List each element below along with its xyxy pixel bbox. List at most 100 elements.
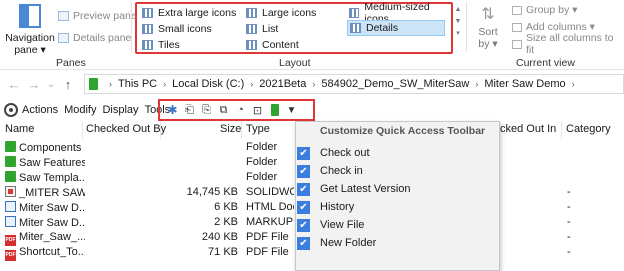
layout-large-icons[interactable]: Large icons — [246, 5, 316, 21]
file-size: 6 KB — [214, 201, 238, 213]
small-icons-icon — [142, 24, 153, 34]
up-arrow-icon[interactable]: ↑ — [58, 77, 78, 92]
file-size: 2 KB — [214, 216, 238, 228]
chevron-right-icon[interactable]: › — [312, 79, 315, 89]
folder-icon — [5, 141, 16, 152]
column-header-checked-out-in[interactable]: cked Out In — [500, 123, 556, 135]
menu-item-new-folder[interactable]: ✔ New Folder — [296, 234, 499, 252]
pdm-logo-icon — [4, 103, 18, 117]
details-icon — [350, 23, 361, 33]
small-icons-label: Small icons — [158, 23, 212, 35]
forward-arrow-icon[interactable]: → — [24, 77, 44, 92]
breadcrumb-local-disk[interactable]: Local Disk (C:) — [172, 78, 244, 90]
panes-group-label: Panes — [56, 57, 86, 69]
column-divider[interactable] — [561, 121, 562, 139]
check-in-icon[interactable]: ⎘ — [198, 102, 215, 118]
customize-dropdown-icon[interactable]: ▼ — [283, 102, 300, 118]
column-header-type[interactable]: Type — [246, 123, 270, 135]
size-all-columns-button[interactable]: Size all columns to fit — [512, 32, 624, 56]
details-pane-button[interactable]: Details pane — [58, 30, 131, 46]
details-pane-icon — [58, 33, 69, 43]
navigation-pane-button[interactable]: Navigation pane ▾ — [4, 2, 56, 56]
file-name: _MITER SAW — [19, 187, 85, 199]
file-name: Miter_Saw_... — [19, 231, 85, 243]
preview-pane-button[interactable]: Preview pane — [58, 8, 137, 24]
column-header-checked-out-by[interactable]: Checked Out By — [86, 123, 166, 135]
markup-file-icon — [5, 216, 16, 227]
column-header-size[interactable]: Size — [220, 123, 241, 135]
column-divider[interactable] — [160, 121, 161, 139]
checkmark-icon: ✔ — [297, 218, 310, 232]
file-type: Folder — [246, 141, 278, 153]
sort-by-label: Sort by ▾ — [478, 26, 498, 50]
details-label: Details — [366, 22, 399, 34]
menu-actions[interactable]: Actions — [22, 104, 58, 116]
html-file-icon — [5, 201, 16, 212]
sort-icon: ⇅ — [481, 6, 495, 23]
solidworks-file-icon — [5, 186, 16, 197]
pin-icon[interactable]: ✱ — [164, 102, 181, 118]
layout-list[interactable]: List — [246, 21, 278, 37]
layout-scroll-arrows[interactable]: ▲ ▼ ▾ — [454, 4, 462, 52]
file-type: Folder — [246, 156, 278, 168]
menu-modify[interactable]: Modify — [64, 104, 96, 116]
add-columns-icon — [512, 22, 522, 32]
preview-pane-icon — [58, 11, 69, 21]
breadcrumb-2021beta[interactable]: 2021Beta — [259, 78, 306, 90]
menu-item-check-in[interactable]: ✔ Check in — [296, 162, 499, 180]
file-name-cell: PDF Miter_Saw_... — [5, 231, 85, 246]
menu-item-check-out[interactable]: ✔ Check out — [296, 144, 499, 162]
breadcrumb-this-pc[interactable]: This PC — [118, 78, 157, 90]
sort-by-button[interactable]: ⇅ Sort by ▾ — [473, 4, 503, 54]
breadcrumb-demo-folder[interactable]: 584902_Demo_SW_MiterSaw — [321, 78, 469, 90]
column-divider[interactable] — [82, 121, 83, 139]
ribbon-separator — [466, 2, 467, 52]
checkmark-icon: ✔ — [297, 200, 310, 214]
menu-item-history[interactable]: ✔ History — [296, 198, 499, 216]
layout-extra-large-icons[interactable]: Extra large icons — [142, 5, 236, 21]
menu-item-view-file[interactable]: ✔ View File — [296, 216, 499, 234]
file-name-cell: PDF Shortcut_To... — [5, 246, 85, 261]
chevron-right-icon[interactable]: › — [250, 79, 253, 89]
check-out-icon[interactable]: ⎗ — [181, 102, 198, 118]
layout-medium-icons[interactable]: Medium-sized icons — [349, 1, 451, 25]
layout-content[interactable]: Content — [246, 37, 299, 53]
back-arrow-icon[interactable]: ← — [4, 77, 24, 92]
layout-details[interactable]: Details — [347, 20, 445, 36]
new-folder-icon[interactable] — [266, 102, 283, 118]
menu-item-label: Check in — [320, 165, 363, 177]
file-name: Components — [19, 142, 82, 154]
chevron-right-icon[interactable]: › — [475, 79, 478, 89]
file-category: - — [567, 186, 571, 198]
chevron-right-icon[interactable]: › — [163, 79, 166, 89]
layout-tiles[interactable]: Tiles — [142, 37, 180, 53]
get-latest-version-icon[interactable]: ⧉ — [215, 102, 232, 118]
group-by-button[interactable]: Group by ▾ — [512, 2, 577, 18]
size-columns-icon — [512, 39, 522, 49]
navigation-pane-icon — [19, 4, 41, 28]
view-file-icon[interactable]: ⊡ — [249, 102, 266, 118]
breadcrumb-miter-saw-demo[interactable]: Miter Saw Demo — [484, 78, 565, 90]
chevron-right-icon[interactable]: › — [572, 79, 575, 89]
column-divider[interactable] — [241, 121, 242, 139]
history-icon[interactable]: ◔ — [232, 102, 249, 118]
layout-small-icons[interactable]: Small icons — [142, 21, 212, 37]
file-size: 71 KB — [208, 246, 238, 258]
menu-display[interactable]: Display — [102, 104, 138, 116]
recent-locations-icon[interactable]: ⌄ — [44, 79, 58, 90]
content-icon — [246, 40, 257, 50]
chevron-right-icon[interactable]: › — [109, 79, 112, 89]
folder-icon — [5, 171, 16, 182]
column-header-category[interactable]: Category — [566, 123, 611, 135]
quick-access-toolbar: ✱ ⎗ ⎘ ⧉ ◔ ⊡ ▼ — [158, 99, 315, 121]
medium-icons-icon — [349, 8, 360, 18]
ribbon-separator — [131, 2, 132, 52]
column-header-name[interactable]: Name — [5, 123, 34, 135]
address-bar[interactable]: › This PC › Local Disk (C:) › 2021Beta ›… — [84, 74, 624, 94]
tiles-label: Tiles — [158, 39, 180, 51]
file-name-cell: Miter Saw D... — [5, 216, 85, 229]
file-name-cell: Saw Templa... — [5, 171, 85, 184]
menu-item-get-latest-version[interactable]: ✔ Get Latest Version — [296, 180, 499, 198]
size-all-columns-label: Size all columns to fit — [525, 32, 614, 56]
menu-title: Customize Quick Access Toolbar — [320, 125, 486, 137]
